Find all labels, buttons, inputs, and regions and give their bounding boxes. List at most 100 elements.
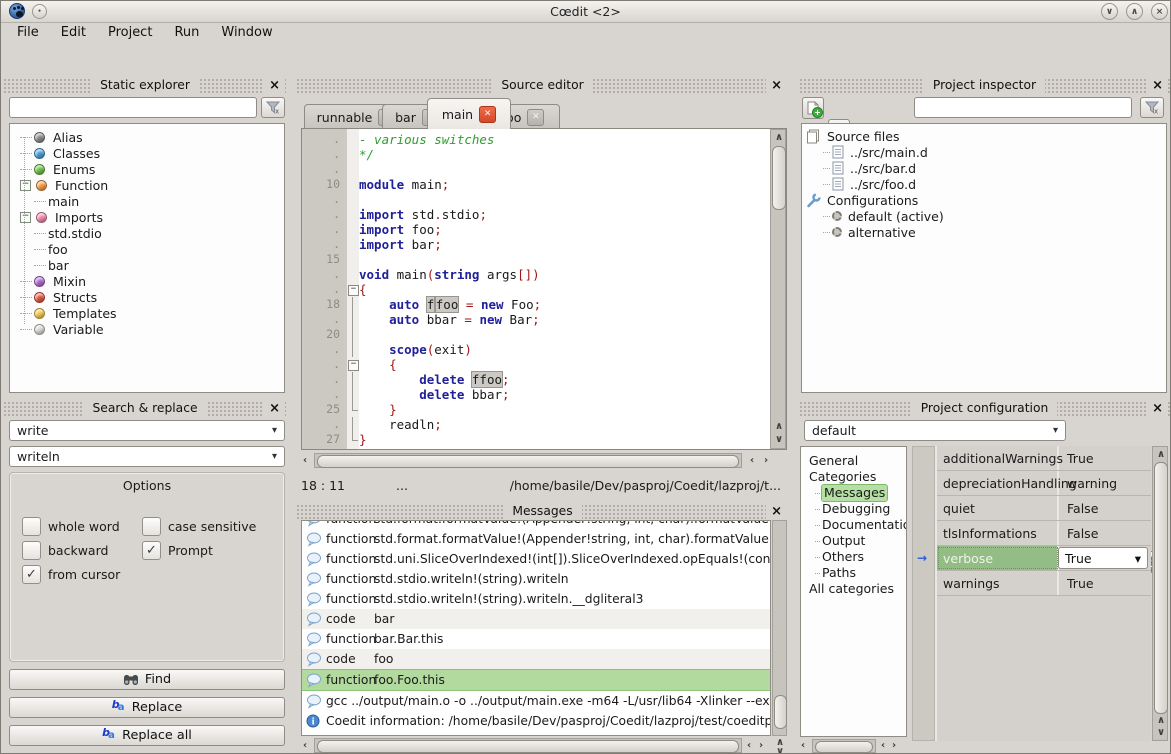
- scroll-down-icon[interactable]: ∨: [775, 435, 783, 445]
- collapse-icon[interactable]: −: [20, 212, 31, 223]
- messages-hscrollbar[interactable]: ‹ ‹ ›: [301, 738, 771, 753]
- menu-item-file[interactable]: File: [6, 23, 50, 42]
- property-row-quiet[interactable]: quietFalse: [937, 496, 1151, 521]
- tree-item-enums[interactable]: Enums: [10, 161, 284, 177]
- editor-vscrollbar[interactable]: ∧ ∧ ∨: [770, 129, 786, 449]
- tree-item-templates[interactable]: Templates: [10, 305, 284, 321]
- project-tree-item-source-files[interactable]: Source files: [802, 128, 1166, 144]
- scroll-left-icon[interactable]: ‹: [801, 741, 805, 751]
- checkbox-whole-word[interactable]: whole word: [22, 517, 120, 536]
- tree-item-function[interactable]: −Function: [10, 177, 284, 193]
- code-line[interactable]: 20: [302, 327, 786, 342]
- search-replace-close-icon[interactable]: ×: [264, 401, 285, 416]
- project-tree-item--src-foo-d[interactable]: ../src/foo.d: [802, 176, 1166, 192]
- tree-item-main[interactable]: main: [10, 193, 284, 209]
- properties-vscrollbar[interactable]: ∧ ∧ ∨: [1152, 446, 1168, 741]
- collapse-icon[interactable]: −: [20, 180, 31, 191]
- message-row[interactable]: functionfoo.Foo.this: [302, 669, 770, 691]
- symbol-filter-clear-button[interactable]: x: [261, 97, 285, 118]
- fold-gutter[interactable]: [347, 342, 359, 357]
- editor-hscrollbar[interactable]: ‹ ‹ ›: [301, 453, 787, 468]
- code-line[interactable]: .import bar;: [302, 237, 786, 252]
- menu-item-window[interactable]: Window: [210, 23, 283, 42]
- code-line[interactable]: .− {: [302, 357, 786, 372]
- fold-gutter[interactable]: [347, 162, 359, 177]
- tree-item-bar[interactable]: bar: [10, 257, 284, 273]
- scroll-up-icon[interactable]: ∧: [775, 133, 783, 143]
- tree-item-structs[interactable]: Structs: [10, 289, 284, 305]
- inspector-filter-clear-button[interactable]: x: [1140, 97, 1164, 118]
- code-line[interactable]: . delete ffoo;: [302, 372, 786, 387]
- tree-item-classes[interactable]: Classes: [10, 145, 284, 161]
- editor-hscroll-thumb[interactable]: [317, 455, 739, 468]
- categories-hscroll-thumb[interactable]: [815, 741, 873, 753]
- inspector-filter-input[interactable]: [914, 97, 1132, 118]
- code-line[interactable]: .*/: [302, 147, 786, 162]
- message-row[interactable]: codefoo: [302, 649, 770, 669]
- category-messages[interactable]: Messages: [801, 485, 906, 501]
- tree-item-imports[interactable]: −Imports: [10, 209, 284, 225]
- fold-gutter[interactable]: [347, 267, 359, 282]
- fold-gutter[interactable]: [347, 327, 359, 342]
- scroll-right-icon[interactable]: ›: [759, 741, 763, 751]
- fold-gutter[interactable]: [347, 192, 359, 207]
- replace-all-button[interactable]: b a Replace all: [9, 725, 285, 746]
- property-row-warnings[interactable]: warningsTrue: [937, 571, 1151, 596]
- tab-main[interactable]: main✕: [427, 98, 511, 129]
- editor-vscroll-thumb[interactable]: [772, 146, 786, 210]
- code-line[interactable]: . auto bbar = new Bar;: [302, 312, 786, 327]
- fold-gutter[interactable]: [347, 147, 359, 162]
- scroll-up-icon[interactable]: ∧: [1157, 450, 1165, 460]
- code-line[interactable]: .import foo;: [302, 222, 786, 237]
- fold-gutter[interactable]: [347, 237, 359, 252]
- fold-gutter[interactable]: [347, 297, 359, 312]
- code-line[interactable]: .import std.stdio;: [302, 207, 786, 222]
- code-line[interactable]: .−{: [302, 282, 786, 297]
- find-button[interactable]: Find: [9, 669, 285, 690]
- code-line[interactable]: .: [302, 162, 786, 177]
- symbol-filter-input[interactable]: [9, 97, 257, 118]
- code-line[interactable]: .: [302, 192, 786, 207]
- replace-term-combobox[interactable]: writeln ▾: [9, 446, 285, 467]
- project-tree-item-default-active-[interactable]: default (active): [802, 208, 1166, 224]
- fold-gutter[interactable]: [347, 177, 359, 192]
- code-line[interactable]: .- various switches: [302, 132, 786, 147]
- category-paths[interactable]: Paths: [801, 565, 906, 581]
- tree-item-std-stdio[interactable]: std.stdio: [10, 225, 284, 241]
- close-button[interactable]: ×: [1151, 3, 1168, 20]
- menu-item-project[interactable]: Project: [97, 23, 163, 42]
- message-row[interactable]: functionstd.format.formatValue!(Appender…: [302, 521, 770, 529]
- tree-item-foo[interactable]: foo: [10, 241, 284, 257]
- message-row[interactable]: gcc ../output/main.o -o ../output/main.e…: [302, 691, 770, 711]
- code-line[interactable]: 25 }: [302, 402, 786, 417]
- scroll-left-icon[interactable]: ‹: [747, 741, 751, 751]
- tree-item-alias[interactable]: Alias: [10, 129, 284, 145]
- fold-gutter[interactable]: [347, 402, 359, 417]
- maximize-button[interactable]: ∧: [1126, 3, 1143, 20]
- category-others[interactable]: Others: [801, 549, 906, 565]
- tab-close-icon[interactable]: ✕: [527, 109, 544, 126]
- fold-gutter[interactable]: [347, 252, 359, 267]
- add-source-button[interactable]: +: [802, 97, 824, 119]
- category-output[interactable]: Output: [801, 533, 906, 549]
- fold-gutter[interactable]: [347, 207, 359, 222]
- project-tree-item--src-bar-d[interactable]: ../src/bar.d: [802, 160, 1166, 176]
- message-row[interactable]: codebar: [302, 609, 770, 629]
- static-explorer-close-icon[interactable]: ×: [264, 78, 285, 93]
- code-line[interactable]: 10module main;: [302, 177, 786, 192]
- messages-vscrollbar[interactable]: [772, 520, 787, 736]
- scroll-left-icon[interactable]: ‹: [750, 456, 754, 466]
- property-row-tlsInformations[interactable]: tlsInformationsFalse: [937, 521, 1151, 546]
- fold-gutter[interactable]: −: [347, 357, 359, 372]
- properties-vscroll-thumb[interactable]: [1154, 462, 1168, 714]
- menu-item-edit[interactable]: Edit: [50, 23, 97, 42]
- fold-gutter[interactable]: −: [347, 282, 359, 297]
- messages-close-icon[interactable]: ×: [766, 504, 787, 519]
- search-term-combobox[interactable]: write ▾: [9, 420, 285, 441]
- source-editor-close-icon[interactable]: ×: [766, 78, 787, 93]
- property-value-dropdown[interactable]: True▾: [1058, 547, 1148, 569]
- property-row-depreciationHandling[interactable]: depreciationHandlingwarning: [937, 471, 1151, 496]
- tab-close-icon[interactable]: ✕: [479, 106, 496, 123]
- scroll-left-icon[interactable]: ‹: [881, 741, 885, 751]
- fold-gutter[interactable]: [347, 432, 359, 447]
